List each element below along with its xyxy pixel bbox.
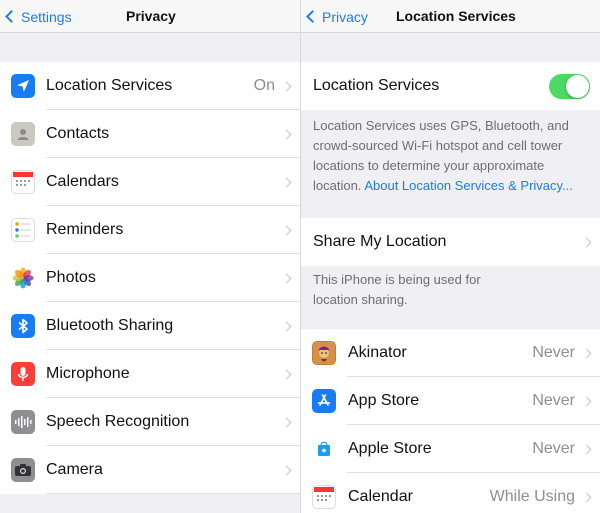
item-label: Bluetooth Sharing xyxy=(46,317,174,334)
privacy-item-photos[interactable]: Photos xyxy=(0,254,300,302)
app-label: Calendar xyxy=(348,488,413,505)
back-label: Privacy xyxy=(322,8,368,25)
toggle-label: Location Services xyxy=(313,77,440,94)
app-label: Akinator xyxy=(348,344,407,361)
reminders-icon xyxy=(11,218,35,242)
location-services-toggle[interactable] xyxy=(549,73,590,99)
bluetooth-icon xyxy=(11,314,35,338)
chevron-right-icon xyxy=(581,237,592,247)
contacts-icon xyxy=(11,122,35,146)
privacy-item-calendars[interactable]: Calendars xyxy=(0,158,300,206)
app-row-apple-store[interactable]: Apple Store Never xyxy=(301,425,600,473)
camera-icon xyxy=(11,458,35,482)
about-location-privacy-link[interactable]: About Location Services & Privacy... xyxy=(364,178,573,193)
item-label: Calendars xyxy=(46,173,119,190)
item-label: Reminders xyxy=(46,221,124,238)
toggle-knob xyxy=(566,74,589,98)
chevron-right-icon xyxy=(281,177,292,187)
item-label: Location Services xyxy=(46,77,173,94)
app-store-icon xyxy=(312,389,336,413)
privacy-list: Location Services On Contacts Calendars xyxy=(0,62,300,494)
chevron-right-icon xyxy=(281,465,292,475)
location-description: Location Services uses GPS, Bluetooth, a… xyxy=(301,116,600,196)
chevron-right-icon xyxy=(581,444,592,454)
privacy-item-microphone[interactable]: Microphone xyxy=(0,350,300,398)
back-to-privacy-button[interactable]: Privacy xyxy=(305,0,368,33)
chevron-left-icon xyxy=(306,10,319,23)
calendar-icon xyxy=(11,170,35,194)
chevron-right-icon xyxy=(581,348,592,358)
app-label: Apple Store xyxy=(348,440,432,457)
share-label: Share My Location xyxy=(313,233,447,250)
share-note-text: This iPhone is being used for location s… xyxy=(313,272,481,307)
item-label: Contacts xyxy=(46,125,110,142)
chevron-right-icon xyxy=(281,225,292,235)
chevron-right-icon xyxy=(281,321,292,331)
app-row-calendar[interactable]: Calendar While Using xyxy=(301,473,600,513)
apple-store-bag-icon xyxy=(312,437,336,461)
privacy-item-location-services[interactable]: Location Services On xyxy=(0,62,300,110)
item-label: Photos xyxy=(46,269,96,286)
chevron-right-icon xyxy=(281,417,292,427)
item-label: Camera xyxy=(46,461,103,478)
chevron-right-icon xyxy=(581,396,592,406)
item-label: Microphone xyxy=(46,365,130,382)
chevron-right-icon xyxy=(281,129,292,139)
chevron-right-icon xyxy=(281,273,292,283)
app-permission-value: Never xyxy=(532,440,575,457)
chevron-right-icon xyxy=(281,81,292,91)
share-note: This iPhone is being used for location s… xyxy=(301,270,511,310)
akinator-genie-icon xyxy=(312,341,336,365)
back-to-settings-button[interactable]: Settings xyxy=(4,0,72,33)
location-toggle-group: Location Services xyxy=(301,62,600,110)
page-title: Privacy xyxy=(126,8,176,24)
privacy-item-camera[interactable]: Camera xyxy=(0,446,300,494)
item-value: On xyxy=(253,77,275,94)
item-label: Speech Recognition xyxy=(46,413,190,430)
location-services-navbar: Privacy Location Services xyxy=(301,0,600,33)
location-services-pane: Privacy Location Services Location Servi… xyxy=(300,0,600,513)
app-row-akinator[interactable]: Akinator Never xyxy=(301,329,600,377)
privacy-item-speech-recognition[interactable]: Speech Recognition xyxy=(0,398,300,446)
chevron-right-icon xyxy=(281,369,292,379)
app-row-app-store[interactable]: App Store Never xyxy=(301,377,600,425)
privacy-item-reminders[interactable]: Reminders xyxy=(0,206,300,254)
privacy-navbar: Settings Privacy xyxy=(0,0,300,33)
chevron-right-icon xyxy=(581,492,592,502)
share-location-group: Share My Location xyxy=(301,218,600,266)
privacy-item-contacts[interactable]: Contacts xyxy=(0,110,300,158)
app-location-list: Akinator Never App Store Never Apple Sto… xyxy=(301,329,600,513)
privacy-pane: Settings Privacy Location Services On Co… xyxy=(0,0,300,513)
page-title: Location Services xyxy=(396,8,516,24)
location-arrow-icon xyxy=(11,74,35,98)
app-permission-value: Never xyxy=(532,392,575,409)
calendar-icon xyxy=(312,485,336,509)
location-services-toggle-row: Location Services xyxy=(301,62,600,110)
app-permission-value: While Using xyxy=(489,488,575,505)
photos-icon xyxy=(11,266,35,290)
microphone-icon xyxy=(11,362,35,386)
back-label: Settings xyxy=(21,8,72,25)
chevron-left-icon xyxy=(5,10,18,23)
waveform-icon xyxy=(11,410,35,434)
privacy-item-bluetooth-sharing[interactable]: Bluetooth Sharing xyxy=(0,302,300,350)
app-permission-value: Never xyxy=(532,344,575,361)
share-my-location-row[interactable]: Share My Location xyxy=(301,218,600,266)
app-label: App Store xyxy=(348,392,420,409)
